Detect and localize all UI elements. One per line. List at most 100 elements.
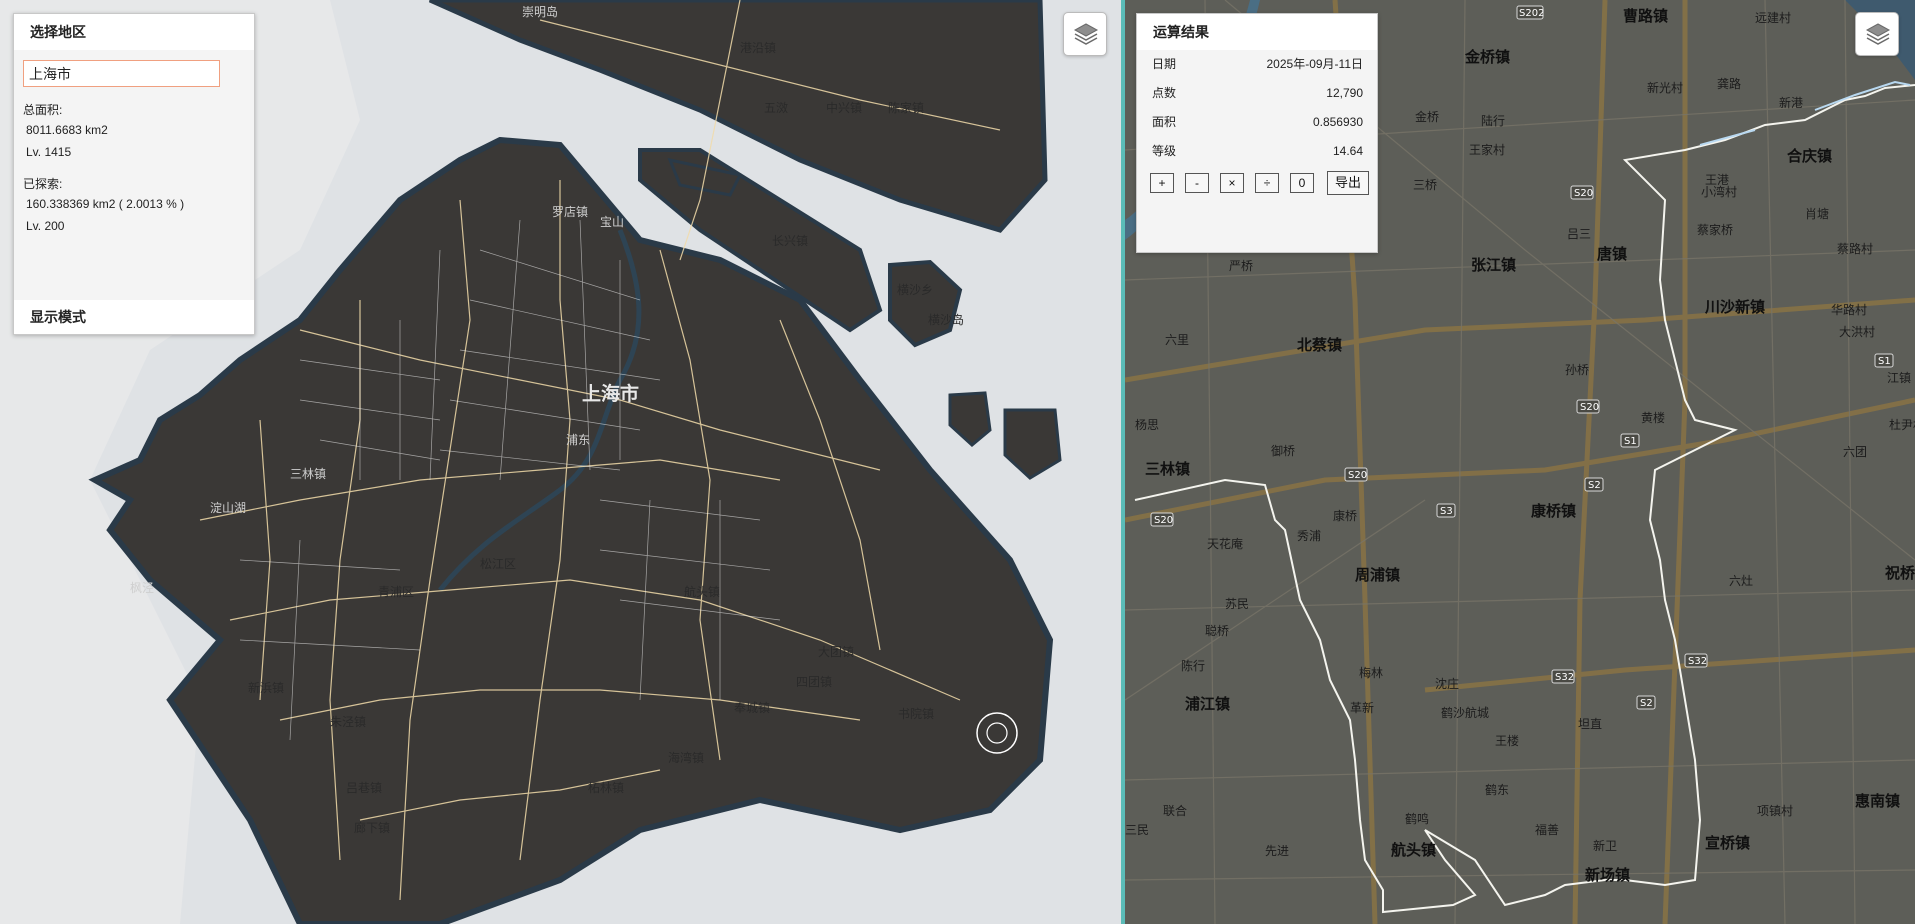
place-25: 康桥	[1333, 508, 1357, 523]
label-fengcheng: 奉城镇	[734, 701, 770, 715]
zero-button[interactable]: 0	[1290, 173, 1314, 193]
result-row-level: 等级 14.64	[1137, 137, 1377, 166]
multiply-button[interactable]: ×	[1220, 173, 1244, 193]
result-label: 日期	[1152, 57, 1177, 71]
town-kangqiao: 康桥镇	[1531, 502, 1576, 520]
result-panel-title: 运算结果	[1137, 14, 1377, 50]
place-40: 福善	[1535, 822, 1559, 837]
place-19: 吕三	[1567, 227, 1591, 241]
place-3: 新港	[1779, 95, 1803, 110]
label-baoshan: 宝山	[600, 215, 624, 229]
label-sanlin-left: 三林镇	[290, 467, 326, 481]
layers-icon	[1073, 23, 1099, 45]
town-xuanqiao: 宣桥镇	[1705, 834, 1750, 852]
label-situan: 四团镇	[796, 675, 832, 689]
shield-s2-a: S2	[1588, 480, 1601, 491]
town-chuansha: 川沙新镇	[1704, 298, 1765, 316]
place-22: 六里	[1165, 333, 1189, 347]
place-27: 苏民	[1225, 597, 1249, 611]
label-hangtou-left: 航头镇	[684, 584, 720, 599]
layers-icon	[1865, 23, 1891, 45]
label-langxia: 廊下镇	[354, 820, 390, 835]
operator-toolbar: + - × ÷ 0 导出	[1137, 166, 1377, 195]
place-11: 蔡路村	[1837, 241, 1873, 256]
label-chenjia: 陈家镇	[888, 100, 924, 115]
label-luodian: 罗店镇	[552, 205, 588, 219]
shield-s1-b: S1	[1878, 356, 1891, 367]
result-label: 等级	[1152, 144, 1177, 158]
divide-button[interactable]: ÷	[1255, 173, 1279, 193]
place-37: 项镇村	[1757, 804, 1793, 818]
shield-s32-a: S32	[1555, 672, 1574, 683]
town-beicai: 北蔡镇	[1297, 336, 1342, 354]
export-button[interactable]: 导出	[1327, 171, 1369, 195]
shield-s20-a: S20	[1574, 188, 1593, 199]
label-lvxiang: 吕巷镇	[346, 781, 382, 795]
total-area-value: 8011.6683 km2	[26, 123, 108, 137]
label-dianshan-lake: 淀山湖	[210, 500, 246, 515]
place-1: 新光村	[1647, 80, 1683, 95]
result-row-date: 日期 2025年-09月-11日	[1137, 50, 1377, 79]
place-29: 聪桥	[1205, 624, 1229, 638]
town-sanlin: 三林镇	[1145, 460, 1190, 478]
place-31: 沈庄	[1435, 676, 1459, 691]
place-33: 鹤沙航城	[1441, 705, 1489, 720]
shield-s20-b: S20	[1580, 402, 1599, 413]
place-26: 天花庵	[1207, 536, 1243, 551]
left-layer-switch-button[interactable]	[1063, 12, 1107, 56]
place-28: 陈行	[1181, 658, 1205, 673]
result-label: 面积	[1152, 115, 1177, 129]
result-value: 0.856930	[1312, 115, 1363, 129]
label-hengsha-island: 横沙岛	[928, 312, 964, 327]
region-input[interactable]	[23, 60, 220, 87]
label-wuyao: 五滧	[764, 100, 788, 115]
explored-value: 160.338369 km2 ( 2.0013 % )	[26, 197, 185, 211]
label-zhelin: 柘林镇	[588, 781, 624, 795]
place-13: 大洪村	[1839, 325, 1875, 339]
result-value: 12,790	[1326, 86, 1363, 100]
town-xinchang: 新场镇	[1585, 866, 1630, 884]
label-qingpu: 青浦区	[378, 585, 414, 599]
town-zhangjiang: 张江镇	[1471, 256, 1516, 274]
place-4: 金桥	[1415, 109, 1439, 124]
add-button[interactable]: +	[1150, 173, 1174, 193]
place-9: 肖塘	[1805, 206, 1829, 221]
total-area-label: 总面积:	[23, 103, 63, 117]
label-haiwan: 海湾镇	[668, 750, 704, 765]
label-chongming: 崇明岛	[522, 4, 558, 19]
shield-s3: S3	[1440, 506, 1453, 517]
label-hengsha: 横沙乡	[897, 283, 933, 297]
place-44: 三民	[1125, 823, 1149, 837]
shield-s202: S202	[1519, 8, 1544, 19]
place-10: 蔡家桥	[1697, 222, 1733, 237]
place-20: 三桥	[1413, 178, 1437, 192]
display-mode-header[interactable]: 显示模式	[14, 300, 254, 334]
place-23: 杨思	[1135, 417, 1159, 432]
town-hangtou: 航头镇	[1391, 841, 1436, 859]
label-shuyuan: 书院镇	[898, 707, 934, 721]
region-select-panel: 选择地区 总面积: 8011.6683 km2 Lv. 1415 已探索: 16…	[13, 13, 255, 335]
place-17: 黄楼	[1641, 410, 1665, 425]
label-fengjing: 枫泾	[130, 580, 154, 595]
shield-s20-d: S20	[1348, 470, 1367, 481]
town-jinqiao: 金桥镇	[1464, 48, 1510, 66]
place-41: 新卫	[1593, 838, 1617, 853]
result-value: 2025年-09月-11日	[1266, 57, 1364, 71]
place-36: 六灶	[1729, 574, 1753, 588]
place-34: 王楼	[1495, 733, 1519, 748]
place-2: 龚路	[1717, 76, 1741, 91]
place-18: 孙桥	[1565, 363, 1589, 377]
shield-s2-b: S2	[1640, 698, 1653, 709]
town-zhuqiao: 祝桥	[1885, 564, 1915, 582]
region-panel-title: 选择地区	[14, 14, 254, 50]
subtract-button[interactable]: -	[1185, 173, 1209, 193]
shield-s32-b: S32	[1688, 656, 1707, 667]
place-5: 陆行	[1481, 113, 1505, 128]
place-14: 江镇	[1887, 371, 1911, 385]
explored-level: Lv. 200	[26, 219, 65, 233]
right-layer-switch-button[interactable]	[1855, 12, 1899, 56]
place-16: 六团	[1843, 445, 1867, 459]
calc-result-panel: 运算结果 日期 2025年-09月-11日 点数 12,790 面积 0.856…	[1136, 13, 1378, 253]
shield-s1: S1	[1624, 436, 1637, 447]
town-tangzhen: 唐镇	[1597, 245, 1627, 263]
